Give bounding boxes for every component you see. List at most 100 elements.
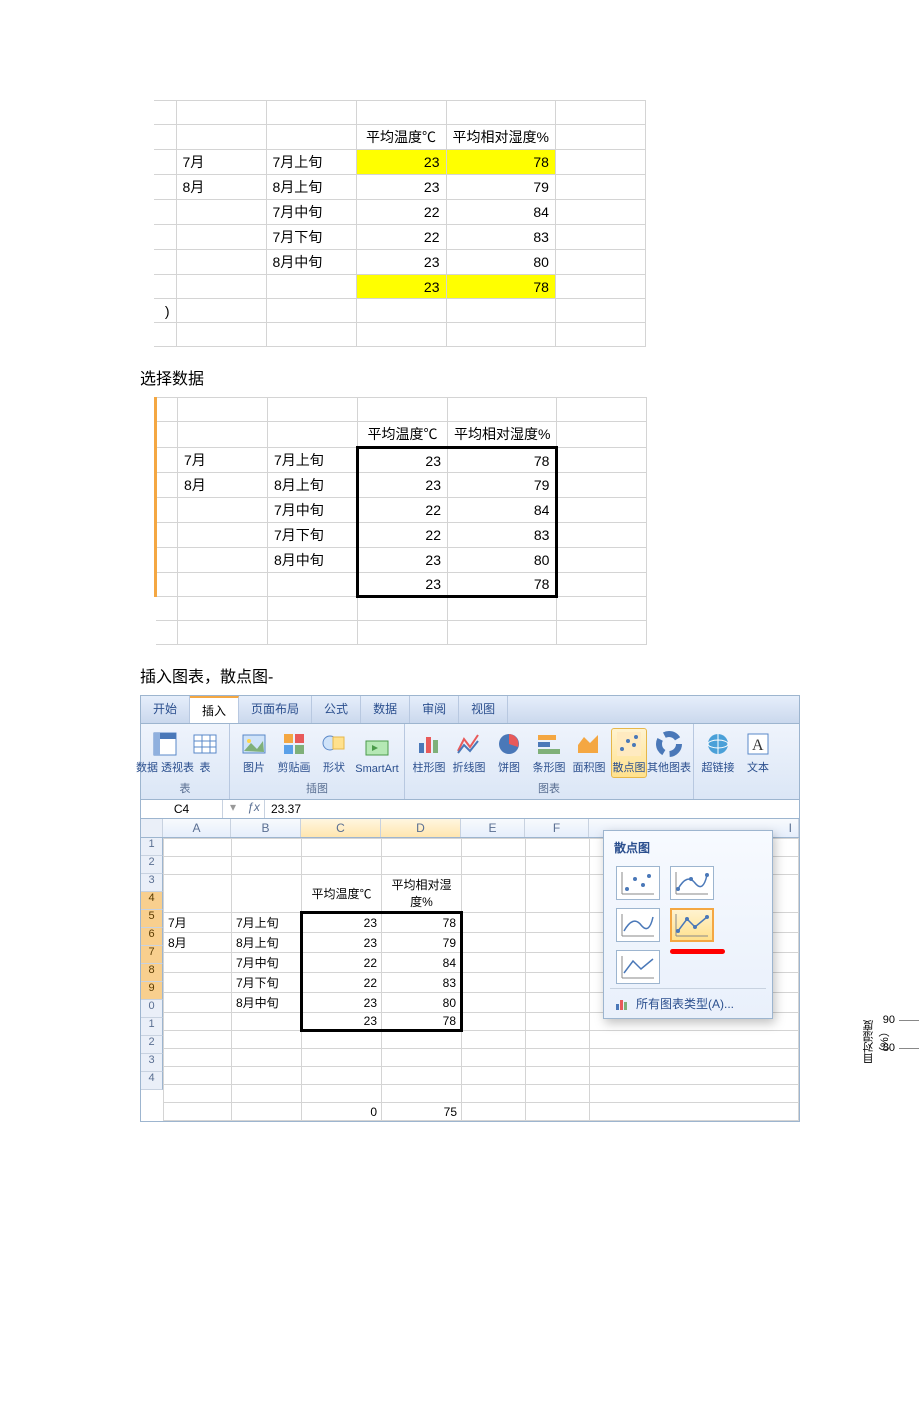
table-cell[interactable]: 7月中旬	[266, 200, 356, 225]
cell[interactable]: 80	[382, 993, 462, 1013]
table-cell[interactable]: 7月上旬	[266, 150, 356, 175]
tab-review[interactable]: 审阅	[410, 696, 459, 723]
cell[interactable]	[164, 1013, 232, 1031]
table-cell[interactable]	[268, 573, 358, 597]
cell[interactable]: 78	[382, 1013, 462, 1031]
table-cell[interactable]: 22	[358, 498, 448, 523]
cell[interactable]: 79	[382, 933, 462, 953]
table-cell[interactable]	[266, 275, 356, 299]
table-cell[interactable]: 78	[448, 573, 557, 597]
row-header[interactable]: 4	[141, 892, 163, 910]
cell[interactable]: 8月	[164, 933, 232, 953]
table-cell[interactable]: 8月	[178, 473, 268, 498]
table-cell[interactable]: 7月中旬	[268, 498, 358, 523]
bar-chart-button[interactable]: 条形图	[531, 728, 567, 778]
textbox-button[interactable]: A 文本	[740, 728, 776, 778]
pie-chart-button[interactable]: 饼图	[491, 728, 527, 778]
tab-data[interactable]: 数据	[361, 696, 410, 723]
cell[interactable]: 7月上旬	[232, 913, 302, 933]
table-cell[interactable]: 80	[448, 548, 557, 573]
table-cell[interactable]: 8月中旬	[266, 250, 356, 275]
table-cell[interactable]: 8月上旬	[268, 473, 358, 498]
table-cell[interactable]: 83	[446, 225, 555, 250]
row-header[interactable]: 1	[141, 838, 163, 856]
row-header[interactable]: 7	[141, 946, 163, 964]
table-cell[interactable]	[176, 250, 266, 275]
col-header-F[interactable]: F	[525, 819, 589, 837]
table-cell[interactable]: 22	[356, 200, 446, 225]
row-header[interactable]: 4	[141, 1072, 163, 1090]
row-header[interactable]: 2	[141, 856, 163, 874]
area-chart-button[interactable]: 面积图	[571, 728, 607, 778]
table-cell[interactable]: 79	[448, 473, 557, 498]
pivot-table-button[interactable]: 数据 透视表	[147, 728, 183, 778]
table-cell[interactable]	[176, 275, 266, 299]
cell[interactable]: 8月上旬	[232, 933, 302, 953]
picture-button[interactable]: 图片	[236, 728, 272, 778]
cell[interactable]	[232, 1013, 302, 1031]
table-cell[interactable]: 8月上旬	[266, 175, 356, 200]
cell[interactable]: 83	[382, 973, 462, 993]
cell[interactable]: 7月下旬	[232, 973, 302, 993]
table-cell[interactable]: 23	[358, 448, 448, 473]
table-cell[interactable]: 84	[446, 200, 555, 225]
grid-header-temp[interactable]: 平均温度℃	[302, 875, 382, 913]
table-cell[interactable]: 84	[448, 498, 557, 523]
row-header[interactable]: 0	[141, 1000, 163, 1018]
table-cell[interactable]: 78	[448, 448, 557, 473]
line-chart-button[interactable]: 折线图	[451, 728, 487, 778]
cell[interactable]: 22	[302, 953, 382, 973]
table-cell[interactable]	[178, 573, 268, 597]
table-cell[interactable]: )	[154, 299, 176, 323]
col-header-E[interactable]: E	[461, 819, 525, 837]
name-box[interactable]: C4	[141, 800, 223, 818]
table-cell[interactable]	[176, 200, 266, 225]
table-cell[interactable]: 83	[448, 523, 557, 548]
table-cell[interactable]: 23	[356, 275, 446, 299]
table-cell[interactable]	[178, 498, 268, 523]
row-header[interactable]: 8	[141, 964, 163, 982]
table-cell[interactable]: 7月	[176, 150, 266, 175]
cell[interactable]	[164, 953, 232, 973]
row-header[interactable]: 2	[141, 1036, 163, 1054]
all-chart-types-link[interactable]: 所有图表类型(A)...	[610, 988, 766, 1014]
tab-home[interactable]: 开始	[141, 696, 190, 723]
cell[interactable]: 23	[302, 913, 382, 933]
cell[interactable]: 84	[382, 953, 462, 973]
col-header-B[interactable]: B	[231, 819, 301, 837]
row-header[interactable]: 3	[141, 874, 163, 892]
scatter-markers-only[interactable]	[616, 866, 660, 900]
cell[interactable]: 75	[382, 1103, 462, 1121]
shapes-button[interactable]: 形状	[316, 728, 352, 778]
table-cell[interactable]	[178, 523, 268, 548]
table-cell[interactable]: 23	[358, 548, 448, 573]
tab-view[interactable]: 视图	[459, 696, 508, 723]
scatter-smooth-lines[interactable]	[616, 908, 660, 942]
cell[interactable]: 7月	[164, 913, 232, 933]
table-cell[interactable]: 8月中旬	[268, 548, 358, 573]
tab-insert[interactable]: 插入	[190, 696, 239, 723]
fx-icon[interactable]: ƒx	[243, 800, 265, 818]
other-charts-button[interactable]: 其他图表	[651, 728, 687, 778]
table-cell[interactable]: 78	[446, 275, 555, 299]
grid-header-humidity[interactable]: 平均相对湿度%	[382, 875, 462, 913]
column-chart-button[interactable]: 柱形图	[411, 728, 447, 778]
table-cell[interactable]: 23	[356, 250, 446, 275]
table-cell[interactable]: 8月	[176, 175, 266, 200]
cell[interactable]	[164, 973, 232, 993]
row-header[interactable]: 9	[141, 982, 163, 1000]
hyperlink-button[interactable]: 超链接	[700, 728, 736, 778]
cell[interactable]: 7月中旬	[232, 953, 302, 973]
smartart-button[interactable]: SmartArt	[356, 732, 398, 778]
table-cell[interactable]: 23	[358, 573, 448, 597]
cell[interactable]: 0	[302, 1103, 382, 1121]
cell[interactable]: 23	[302, 1013, 382, 1031]
table-cell[interactable]	[176, 225, 266, 250]
tab-formulas[interactable]: 公式	[312, 696, 361, 723]
table-cell[interactable]: 78	[446, 150, 555, 175]
cell[interactable]: 8月中旬	[232, 993, 302, 1013]
table-cell[interactable]: 23	[356, 150, 446, 175]
col-header-D[interactable]: D	[381, 819, 461, 837]
table-cell[interactable]: 7月下旬	[266, 225, 356, 250]
col-header-C[interactable]: C	[301, 819, 381, 837]
